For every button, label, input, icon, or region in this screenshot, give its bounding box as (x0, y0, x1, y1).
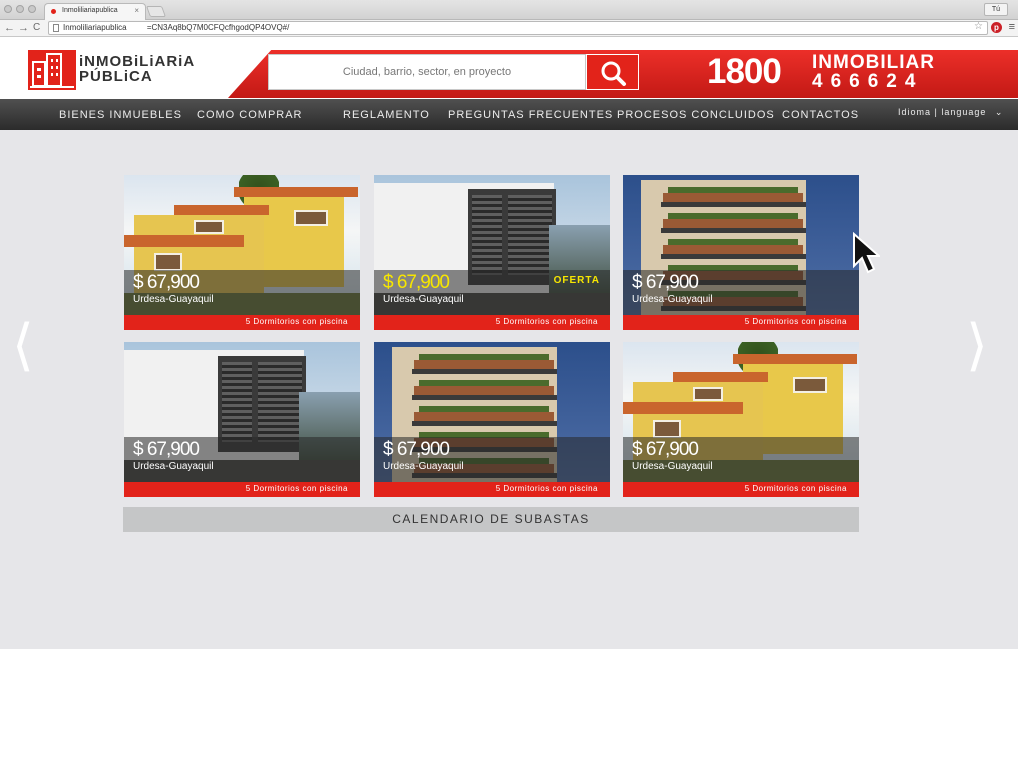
back-arrow-icon[interactable]: ← (4, 21, 15, 35)
bookmark-star-icon[interactable]: ☆ (974, 22, 983, 33)
listing-price: $ 67,900 (632, 439, 699, 460)
address-bar[interactable]: Inmoliliariapublica =CN3Aq8bQ7M0CFQcfhgo… (48, 21, 988, 35)
phone-prefix: 1800 (707, 52, 782, 91)
carousel-next-icon[interactable]: ⟩ (966, 318, 988, 376)
url-path: =CN3Aq8bQ7M0CFQcfhgodQP4OVQ#/ (146, 23, 290, 32)
listing-card[interactable]: $ 67,900 Urdesa-Guayaquil 5 Dormitorios … (374, 342, 610, 497)
nav-reglamento[interactable]: REGLAMENTO (343, 108, 430, 122)
search-icon (601, 61, 626, 86)
listing-location: Urdesa-Guayaquil (632, 461, 713, 472)
browser-menu-icon[interactable]: ≡ (1009, 22, 1015, 33)
main-nav: BIENES INMUEBLES COMO COMPRAR REGLAMENTO… (0, 99, 1018, 130)
carousel-prev-icon[interactable]: ⟨ (12, 318, 34, 376)
logo-line-2: PÚBLiCA (79, 68, 153, 85)
language-label: Idioma | language (898, 107, 987, 117)
listing-feature: 5 Dormitorios con piscina (744, 484, 847, 493)
listing-feature: 5 Dormitorios con piscina (495, 484, 598, 493)
offer-badge: OFERTA (553, 275, 600, 286)
url-host: Inmoliliariapublica (63, 23, 127, 32)
browser-tab-strip: Inmoliliariapublica × Tú (0, 0, 1018, 20)
zoom-window-button[interactable] (28, 5, 36, 13)
listing-feature: 5 Dormitorios con piscina (245, 317, 348, 326)
listing-price: $ 67,900 (383, 272, 450, 293)
listing-feature-bar: 5 Dormitorios con piscina (374, 315, 610, 330)
listing-price: $ 67,900 (383, 439, 450, 460)
reload-icon[interactable]: C (33, 21, 40, 35)
browser-toolbar: ← → C Inmoliliariapublica =CN3Aq8bQ7M0CF… (0, 20, 1018, 37)
listing-feature: 5 Dormitorios con piscina (495, 317, 598, 326)
search-button[interactable] (586, 54, 639, 90)
listing-price: $ 67,900 (133, 272, 200, 293)
logo-line-1: iNMOBiLiARiA (79, 53, 196, 70)
site-header: iNMOBiLiARiA PÚBLiCA Ciudad, barrio, sec… (0, 38, 1018, 99)
listing-card[interactable]: $ 67,900 Urdesa-Guayaquil 5 Dormitorios … (124, 342, 360, 497)
profile-button[interactable]: Tú (984, 3, 1008, 16)
listing-location: Urdesa-Guayaquil (632, 294, 713, 305)
nav-preguntas-frecuentes[interactable]: PREGUNTAS FRECUENTES (448, 108, 613, 122)
listing-feature-bar: 5 Dormitorios con piscina (374, 482, 610, 497)
listing-feature-bar: 5 Dormitorios con piscina (623, 315, 859, 330)
phone-digits: 466624 (812, 71, 924, 92)
language-selector[interactable]: Idioma | language ⌄ (898, 107, 1003, 118)
listing-card[interactable]: $ 67,900 Urdesa-Guayaquil 5 Dormitorios … (124, 175, 360, 330)
forward-arrow-icon[interactable]: → (18, 21, 29, 35)
listing-location: Urdesa-Guayaquil (383, 294, 464, 305)
browser-tab[interactable]: Inmoliliariapublica × (44, 3, 146, 20)
listing-card[interactable]: $ 67,900 Urdesa-Guayaquil OFERTA 5 Dormi… (374, 175, 610, 330)
search-input[interactable]: Ciudad, barrio, sector, en proyecto (268, 54, 586, 90)
listing-feature: 5 Dormitorios con piscina (245, 484, 348, 493)
listing-feature-bar: 5 Dormitorios con piscina (623, 482, 859, 497)
logo-icon[interactable] (28, 50, 76, 90)
new-tab-button[interactable] (145, 6, 167, 17)
close-tab-icon[interactable]: × (134, 6, 139, 15)
listing-location: Urdesa-Guayaquil (133, 294, 214, 305)
phone-word: INMOBILIAR (812, 52, 935, 73)
logo-text[interactable]: iNMOBiLiARiA PÚBLiCA (79, 54, 195, 84)
nav-como-comprar[interactable]: COMO COMPRAR (197, 108, 303, 122)
listing-feature: 5 Dormitorios con piscina (744, 317, 847, 326)
listing-price: $ 67,900 (632, 272, 699, 293)
mouse-pointer-icon (853, 232, 880, 274)
listing-card[interactable]: $ 67,900 Urdesa-Guayaquil 5 Dormitorios … (623, 175, 859, 330)
close-window-button[interactable] (4, 5, 12, 13)
auction-calendar-button[interactable]: CALENDARIO DE SUBASTAS (123, 507, 859, 532)
nav-contactos[interactable]: CONTACTOS (782, 108, 859, 122)
chevron-down-icon: ⌄ (994, 107, 1004, 117)
listing-feature-bar: 5 Dormitorios con piscina (124, 482, 360, 497)
nav-bienes-inmuebles[interactable]: BIENES INMUEBLES (59, 108, 182, 122)
page-icon (53, 24, 59, 32)
nav-procesos-concluidos[interactable]: PROCESOS CONCLUIDOS (617, 108, 775, 122)
browser-tab-title: Inmoliliariapublica (62, 7, 118, 14)
listing-feature-bar: 5 Dormitorios con piscina (124, 315, 360, 330)
listing-location: Urdesa-Guayaquil (133, 461, 214, 472)
listing-price: $ 67,900 (133, 439, 200, 460)
pinterest-icon[interactable]: p (991, 22, 1002, 33)
favicon-icon (51, 9, 56, 14)
listing-location: Urdesa-Guayaquil (383, 461, 464, 472)
minimize-window-button[interactable] (16, 5, 24, 13)
listing-card[interactable]: $ 67,900 Urdesa-Guayaquil 5 Dormitorios … (623, 342, 859, 497)
